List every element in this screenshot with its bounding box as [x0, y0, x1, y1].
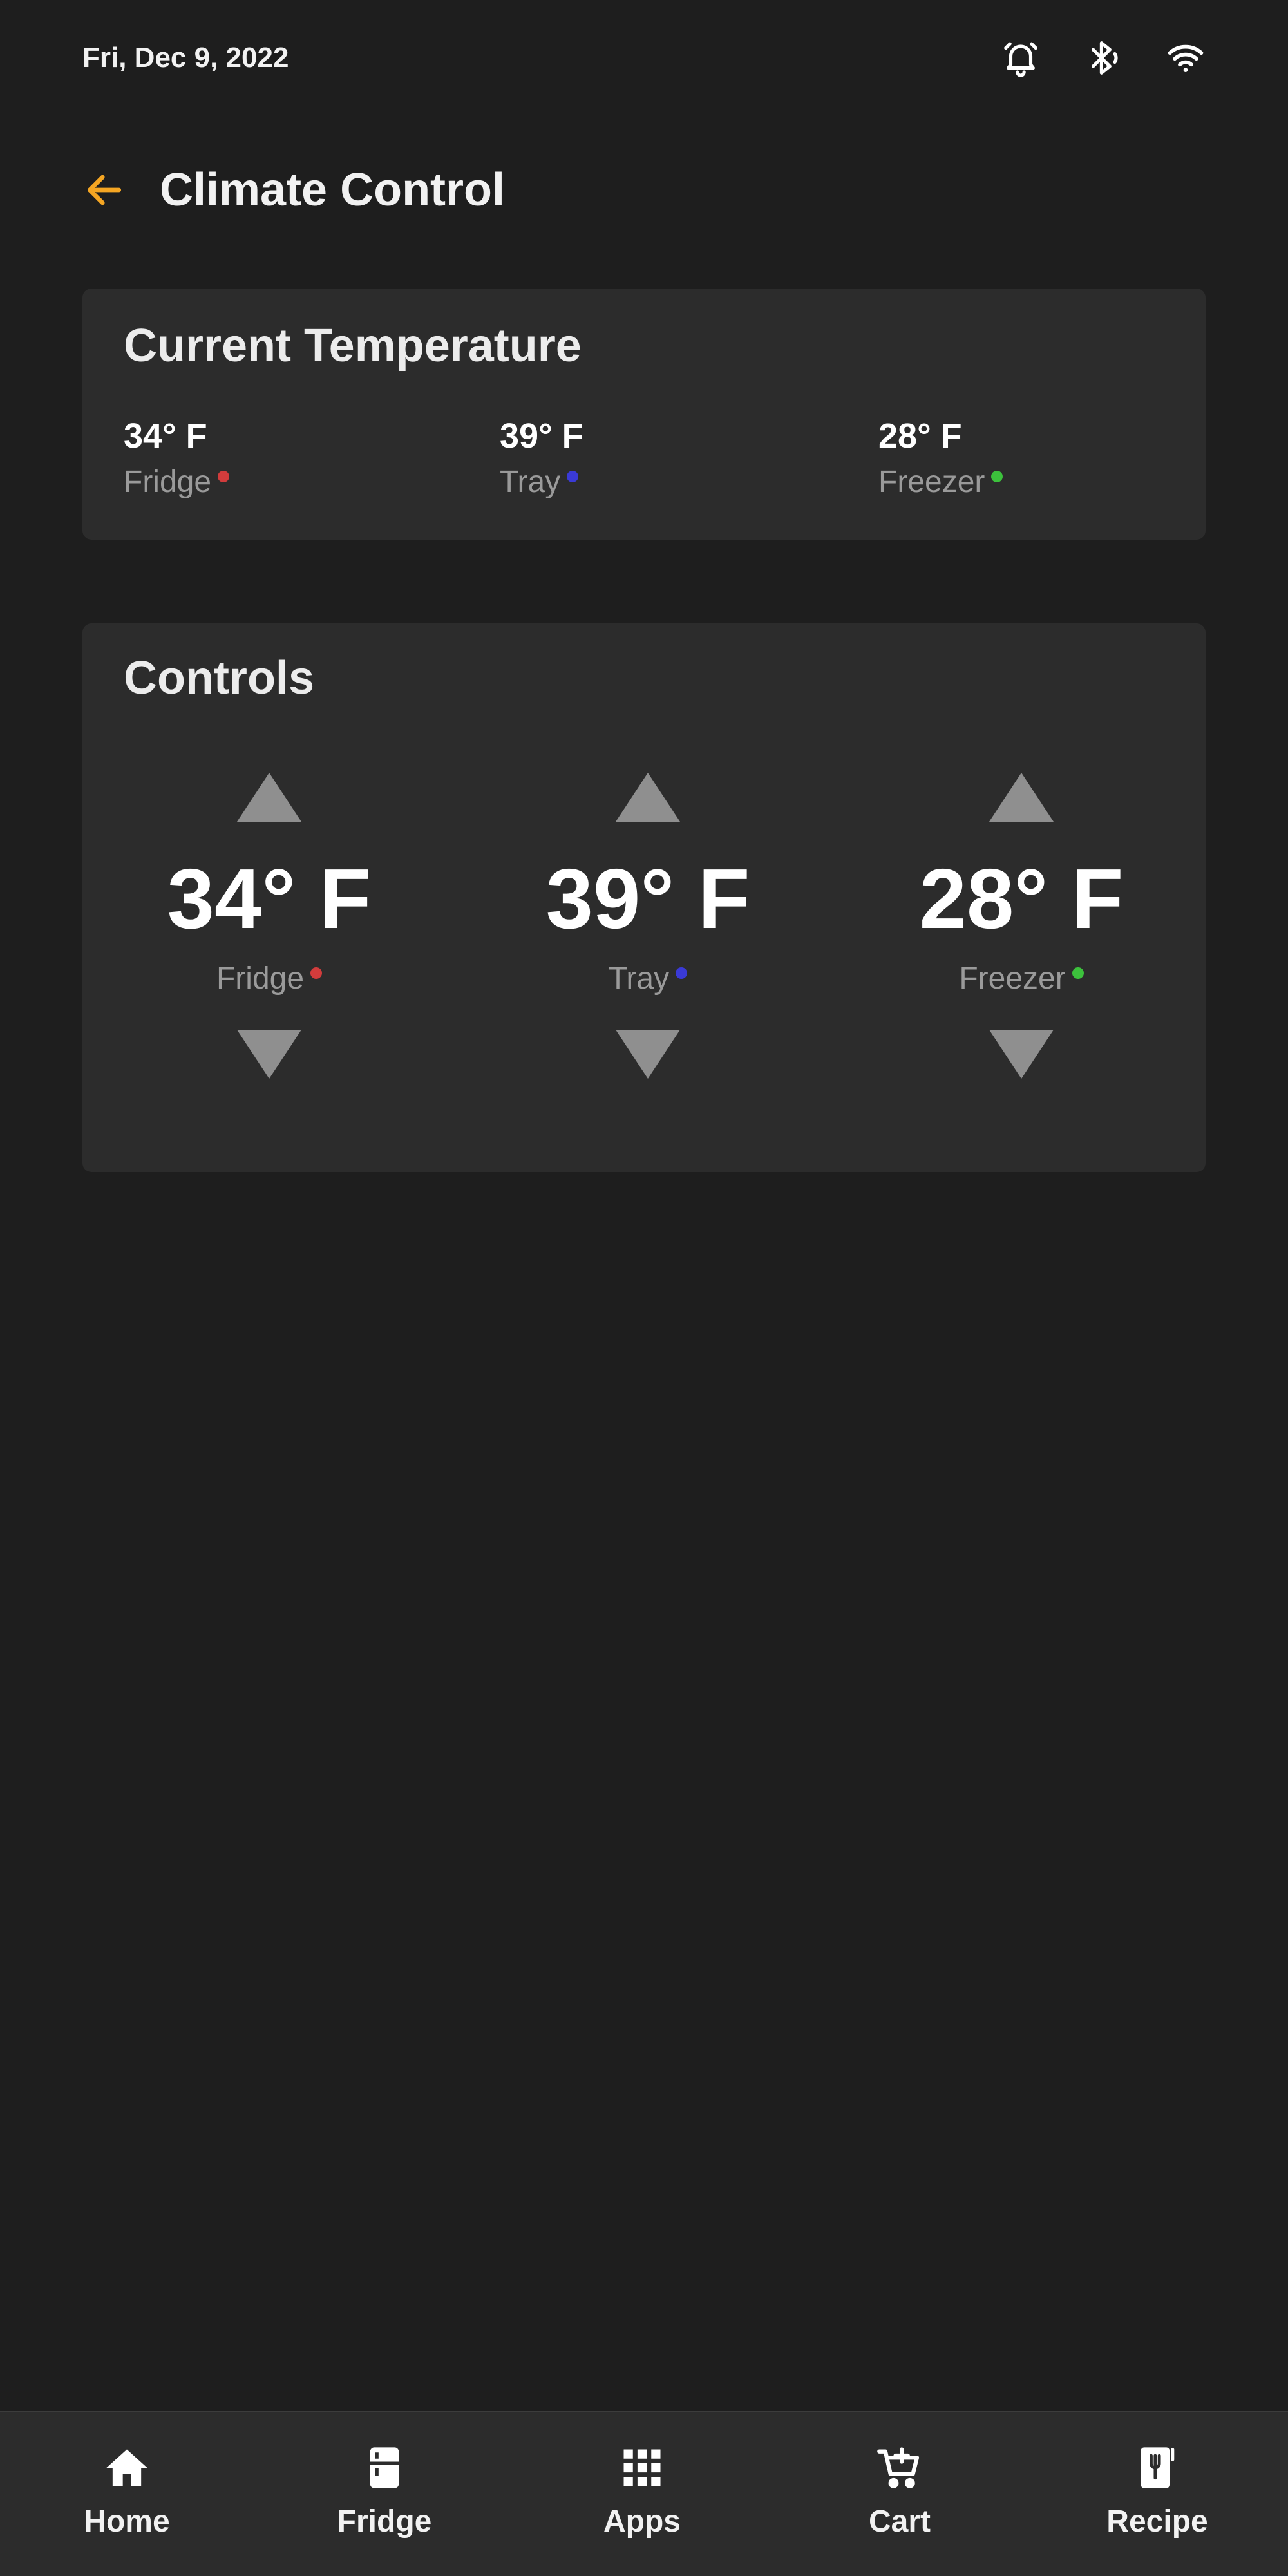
- nav-item-apps[interactable]: Apps: [545, 2443, 739, 2539]
- reading-label-text: Fridge: [124, 465, 212, 500]
- header: Climate Control: [82, 155, 505, 225]
- alarm-icon: [1001, 38, 1041, 78]
- reading-label: Freezer: [878, 464, 1003, 500]
- bottom-nav: Home Fridge Apps Cart Recipe: [0, 2411, 1288, 2576]
- reading-label: Fridge: [124, 464, 230, 500]
- tray-decrease-button[interactable]: [614, 1028, 681, 1080]
- back-arrow-icon[interactable]: [82, 168, 126, 212]
- control-value: 28° F: [919, 851, 1124, 946]
- reading-fridge: 34° F Fridge: [124, 417, 381, 500]
- reading-value: 39° F: [500, 417, 583, 455]
- control-tray: 39° F Tray: [519, 772, 777, 1080]
- current-temperature-title: Current Temperature: [124, 320, 582, 372]
- controls-title: Controls: [124, 652, 314, 704]
- wifi-icon: [1166, 38, 1206, 78]
- recipe-book-icon: [1141, 2447, 1175, 2488]
- home-icon: [106, 2449, 147, 2486]
- triangle-up-icon: [237, 773, 301, 822]
- tray-increase-button[interactable]: [614, 772, 681, 823]
- fridge-decrease-button[interactable]: [236, 1028, 303, 1080]
- reading-label-text: Tray: [500, 465, 561, 500]
- nav-label: Cart: [868, 2505, 931, 2539]
- control-label: Fridge: [216, 961, 323, 996]
- nav-item-fridge[interactable]: Fridge: [288, 2443, 481, 2539]
- status-dot-green: [991, 471, 1003, 483]
- triangle-down-icon: [616, 1030, 680, 1079]
- reading-tray: 39° F Tray: [500, 417, 757, 500]
- control-fridge: 34° F Fridge: [140, 772, 398, 1080]
- status-dot-red: [218, 471, 230, 483]
- cart-add-icon: [877, 2447, 920, 2488]
- reading-freezer: 28° F Freezer: [878, 417, 1136, 500]
- control-label: Freezer: [959, 961, 1084, 996]
- reading-value: 34° F: [124, 417, 207, 455]
- control-label-text: Fridge: [216, 961, 305, 996]
- control-value: 39° F: [545, 851, 750, 946]
- fridge-increase-button[interactable]: [236, 772, 303, 823]
- triangle-down-icon: [237, 1030, 301, 1079]
- nav-label: Home: [84, 2505, 170, 2539]
- nav-item-home[interactable]: Home: [30, 2443, 223, 2539]
- status-bar: Fri, Dec 9, 2022: [82, 32, 1206, 84]
- nav-item-cart[interactable]: Cart: [803, 2443, 996, 2539]
- control-label-text: Freezer: [959, 961, 1066, 996]
- triangle-up-icon: [616, 773, 680, 822]
- freezer-decrease-button[interactable]: [988, 1028, 1055, 1080]
- triangle-up-icon: [989, 773, 1054, 822]
- nav-item-recipe[interactable]: Recipe: [1061, 2443, 1254, 2539]
- status-dot-blue: [567, 471, 579, 483]
- controls-card: Controls 34° F Fridge 39° F Tray 28° F F…: [82, 623, 1206, 1172]
- page-title: Climate Control: [160, 164, 506, 216]
- status-icons: [1001, 38, 1206, 78]
- reading-label-text: Freezer: [878, 465, 985, 500]
- status-dot-green: [1072, 967, 1084, 979]
- control-value: 34° F: [167, 851, 372, 946]
- fridge-icon: [370, 2447, 399, 2488]
- triangle-down-icon: [989, 1030, 1054, 1079]
- freezer-increase-button[interactable]: [988, 772, 1055, 823]
- reading-label: Tray: [500, 464, 579, 500]
- nav-label: Recipe: [1106, 2505, 1208, 2539]
- status-dot-blue: [676, 967, 688, 979]
- control-freezer: 28° F Freezer: [893, 772, 1150, 1080]
- control-label: Tray: [608, 961, 688, 996]
- apps-grid-icon: [623, 2449, 661, 2486]
- bluetooth-icon: [1083, 38, 1123, 78]
- status-dot-red: [310, 967, 323, 979]
- reading-value: 28° F: [878, 417, 962, 455]
- status-date: Fri, Dec 9, 2022: [82, 42, 289, 73]
- current-temperature-card: Current Temperature 34° F Fridge 39° F T…: [82, 289, 1206, 540]
- nav-label: Fridge: [337, 2505, 432, 2539]
- control-label-text: Tray: [608, 961, 670, 996]
- nav-label: Apps: [603, 2505, 681, 2539]
